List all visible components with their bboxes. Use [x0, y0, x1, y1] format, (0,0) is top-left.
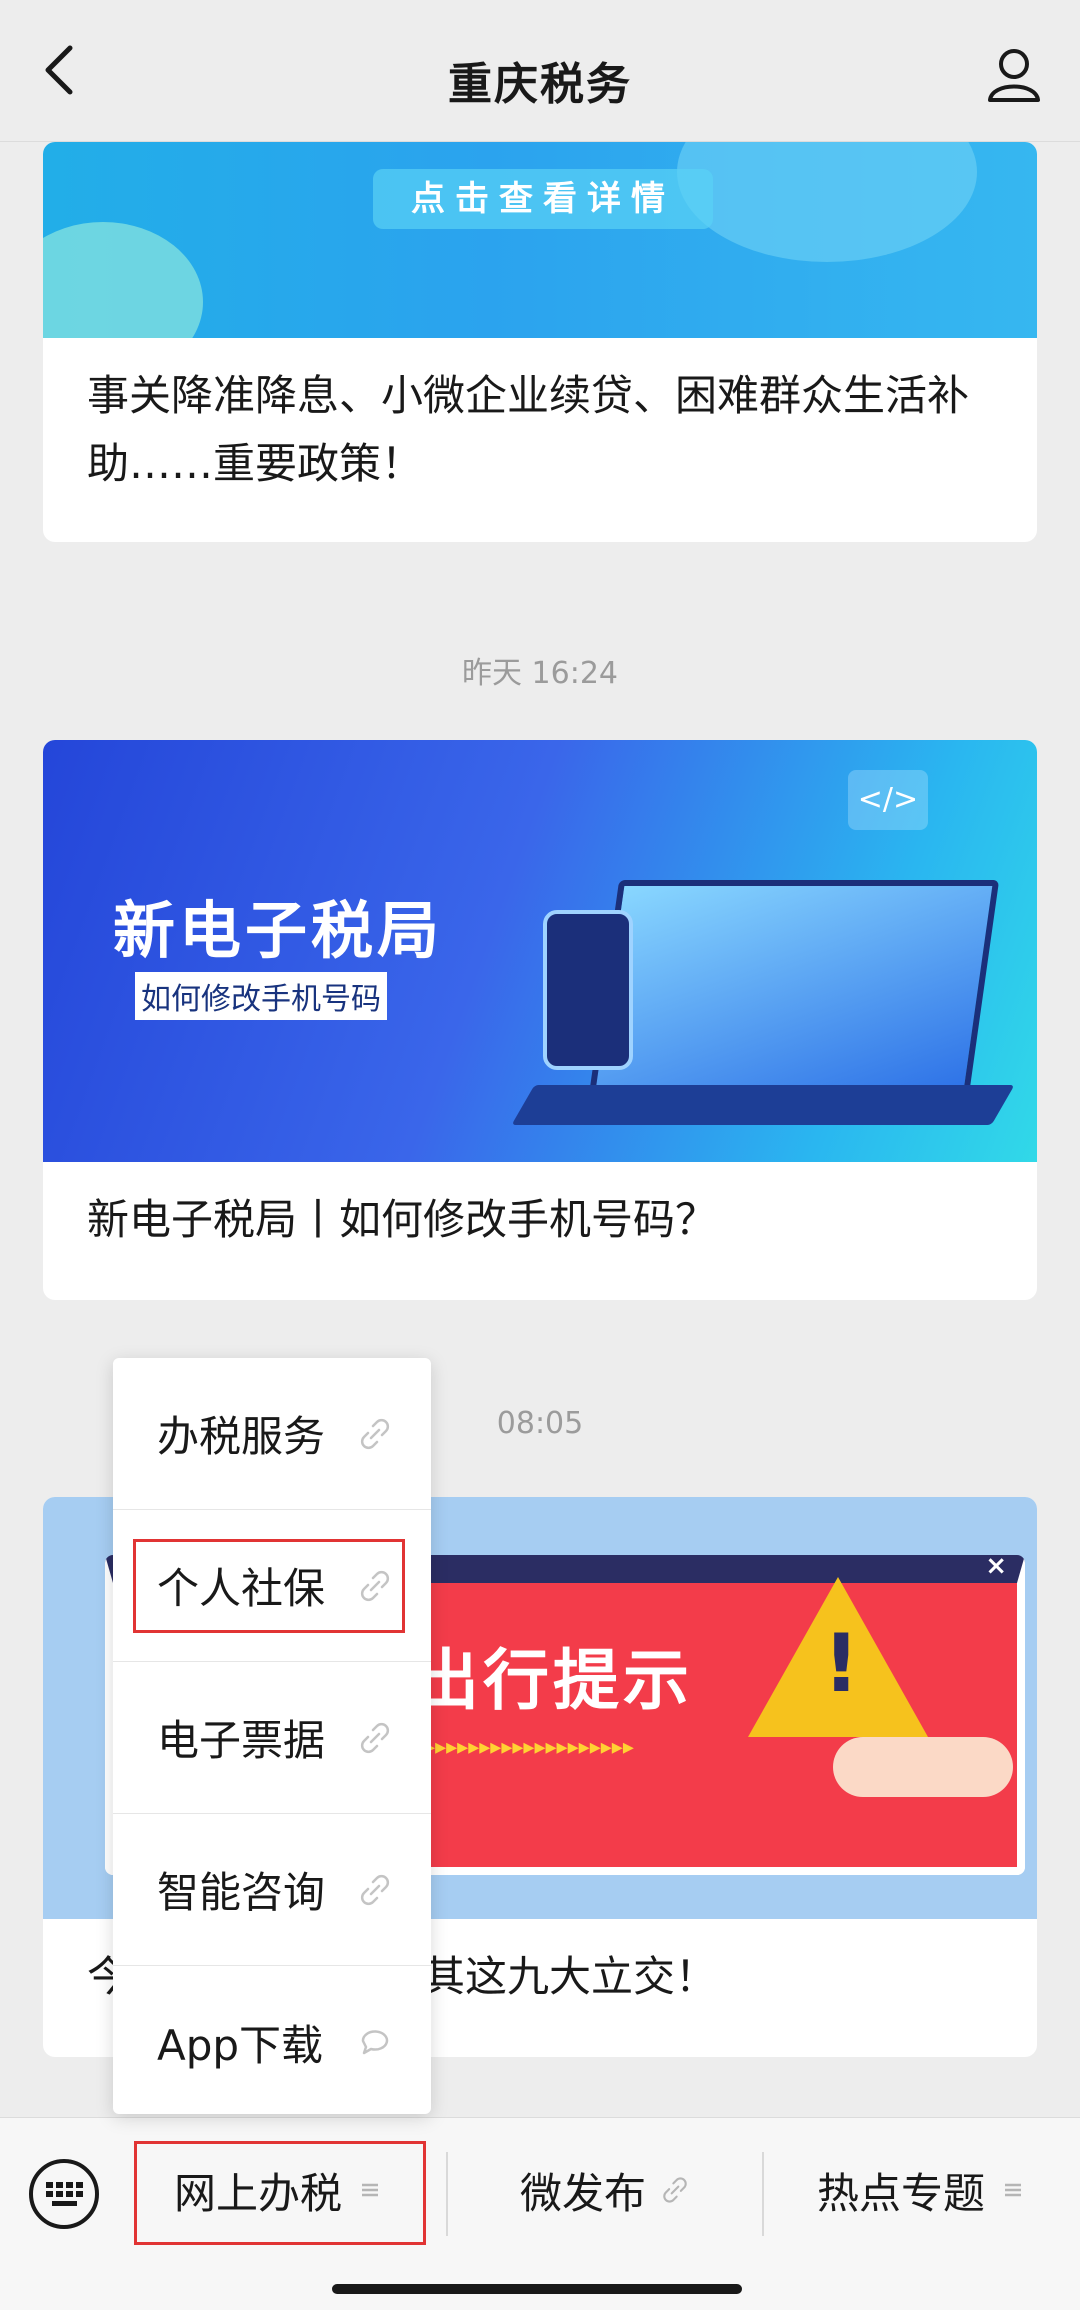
menu-item-label: 电子票据 [157, 1716, 326, 1765]
keyboard-icon[interactable] [28, 2158, 100, 2230]
nav-header: 重庆税务 [0, 0, 1080, 142]
tab-label: 热点专题 [816, 2168, 985, 2218]
tab-micro-release[interactable]: 微发布 [450, 2138, 760, 2242]
home-indicator [332, 2284, 742, 2294]
tab-label: 微发布 [519, 2168, 646, 2218]
link-icon [360, 1874, 390, 1906]
view-details-banner-text: 点击查看详情 [373, 169, 713, 229]
tab-online-tax[interactable]: 网上办税 [134, 2138, 426, 2242]
close-icon: × [985, 1551, 1007, 1581]
divider [762, 2152, 764, 2236]
article-banner: 点击查看详情 [43, 142, 1037, 338]
banner-title: 新电子税局 [113, 894, 444, 967]
article-card[interactable]: </> 新电子税局 如何修改手机号码 新电子税局丨如何修改手机号码？ [43, 740, 1037, 1300]
menu-item-app-download[interactable]: App下载 [113, 1966, 431, 2118]
page-title: 重庆税务 [448, 59, 632, 110]
menu-item-personal-social-security[interactable]: 个人社保 [113, 1510, 431, 1662]
link-icon [360, 1418, 390, 1450]
submenu-popup: 办税服务 个人社保 电子票据 智能咨询 App下载 [113, 1358, 431, 2114]
tab-label: 网上办税 [173, 2168, 342, 2218]
article-title: 事关降准降息、小微企业续贷、困难群众生活补助……重要政策！ [87, 371, 970, 488]
user-icon[interactable] [984, 44, 1044, 104]
menu-item-label: App下载 [157, 2020, 324, 2070]
menu-item-label: 智能咨询 [157, 1868, 326, 1917]
link-icon [663, 2177, 687, 2203]
menu-item-label: 办税服务 [157, 1412, 326, 1461]
tab-hot-topics[interactable]: 热点专题 [766, 2138, 1080, 2242]
divider [446, 2152, 448, 2236]
article-card[interactable]: 点击查看详情 事关降准降息、小微企业续贷、困难群众生活补助……重要政策！ [43, 142, 1037, 542]
code-tag: </> [848, 770, 928, 830]
menu-lines-icon [362, 2183, 378, 2197]
arrow-decoration: ▸▸▸▸▸▸▸▸▸▸▸▸▸▸▸▸▸▸▸▸ [413, 1735, 634, 1760]
hand-illustration [833, 1737, 1013, 1797]
menu-item-tax-services[interactable]: 办税服务 [113, 1358, 431, 1510]
timestamp: 昨天 16:24 [462, 656, 618, 691]
menu-item-smart-consult[interactable]: 智能咨询 [113, 1814, 431, 1966]
link-icon [360, 1570, 390, 1602]
menu-lines-icon [1005, 2183, 1021, 2197]
banner-subtitle: 如何修改手机号码 [135, 972, 387, 1020]
article-title: 新电子税局丨如何修改手机号码？ [87, 1195, 718, 1244]
article-banner: </> 新电子税局 如何修改手机号码 [43, 740, 1037, 1162]
link-icon [360, 1722, 390, 1754]
bottom-menu-bar: 网上办税 微发布 热点专题 [0, 2117, 1080, 2310]
chat-bubble-icon [361, 2030, 389, 2055]
menu-item-e-invoice[interactable]: 电子票据 [113, 1662, 431, 1814]
banner-title: 出行提示 [413, 1642, 693, 1719]
